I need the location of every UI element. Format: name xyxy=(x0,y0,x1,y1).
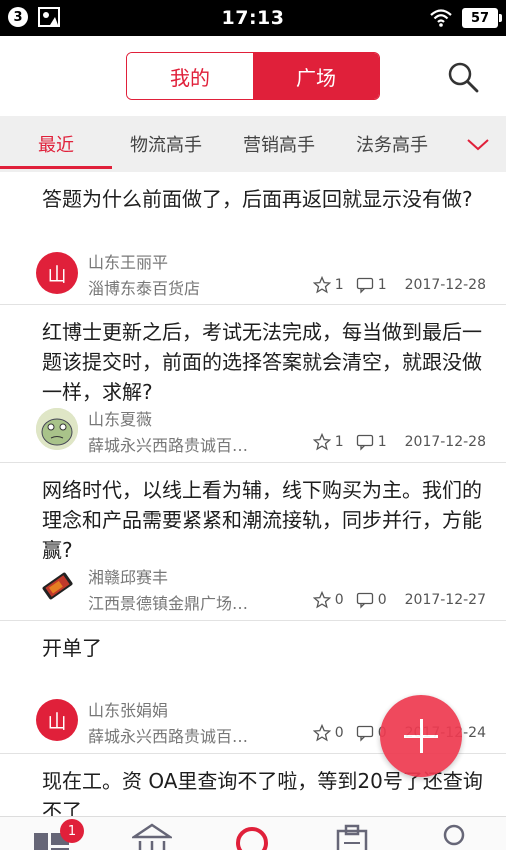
author-store: 薛城永兴西路贵诚百… xyxy=(88,727,249,746)
segment-square[interactable]: 广场 xyxy=(253,53,379,99)
comment-count: 0 xyxy=(377,592,387,608)
like-count: 0 xyxy=(334,725,344,741)
question-title[interactable]: 开单了 xyxy=(42,633,492,663)
segment-mine[interactable]: 我的 xyxy=(127,53,253,99)
bank-icon[interactable] xyxy=(132,823,172,850)
list-item[interactable]: 答题为什么前面做了，后面再返回就显示没有做? 山 山东王丽平 淄博东泰百货店 1… xyxy=(0,172,506,305)
comment-icon[interactable] xyxy=(356,433,374,451)
item-meta: 0 0 2017-12-27 xyxy=(312,591,486,609)
author-store: 淄博东泰百货店 xyxy=(88,279,201,298)
like-count: 1 xyxy=(334,277,344,293)
clipboard-icon[interactable] xyxy=(332,823,372,850)
chevron-down-icon[interactable] xyxy=(466,134,490,154)
question-icon[interactable] xyxy=(232,823,272,850)
star-icon[interactable] xyxy=(312,591,331,609)
question-title[interactable]: 红博士更新之后，考试无法完成，每当做到最后一题该提交时，前面的选择答案就会清空，… xyxy=(42,317,492,407)
wifi-icon xyxy=(430,9,452,27)
item-meta: 1 1 2017-12-28 xyxy=(312,276,486,294)
post-date: 2017-12-28 xyxy=(404,277,486,293)
avatar[interactable]: 山 xyxy=(36,699,78,741)
avatar-image xyxy=(36,566,78,608)
avatar-image xyxy=(36,408,78,450)
tab-recent[interactable]: 最近 xyxy=(38,116,74,172)
avatar[interactable]: 山 xyxy=(36,252,78,294)
segment-control: 我的 广场 xyxy=(126,52,380,100)
comment-icon[interactable] xyxy=(356,724,374,742)
category-tabs: 最近 物流高手 营销高手 法务高手 xyxy=(0,116,506,172)
active-tab-indicator xyxy=(0,166,112,169)
plus-icon[interactable] xyxy=(380,695,462,777)
author-name: 湘赣邱赛丰 xyxy=(88,568,169,587)
comment-count: 1 xyxy=(377,277,387,293)
list-item[interactable]: 红博士更新之后，考试无法完成，每当做到最后一题该提交时，前面的选择答案就会清空，… xyxy=(0,305,506,463)
like-count: 1 xyxy=(334,434,344,450)
star-icon[interactable] xyxy=(312,276,331,294)
avatar[interactable] xyxy=(36,566,78,608)
tab-legal-expert[interactable]: 法务高手 xyxy=(356,116,428,172)
comment-icon[interactable] xyxy=(356,591,374,609)
avatar[interactable] xyxy=(36,408,78,450)
author-name: 山东王丽平 xyxy=(88,253,169,272)
star-icon[interactable] xyxy=(312,433,331,451)
question-title[interactable]: 网络时代，以线上看为辅，线下购买为主。我们的理念和产品需要紧紧和潮流接轨，同步并… xyxy=(42,475,492,565)
item-meta: 1 1 2017-12-28 xyxy=(312,433,486,451)
battery-level: 57 xyxy=(462,8,502,28)
tab-marketing-expert[interactable]: 营销高手 xyxy=(243,116,315,172)
post-date: 2017-12-27 xyxy=(404,592,486,608)
comment-icon[interactable] xyxy=(356,276,374,294)
search-icon[interactable] xyxy=(446,60,480,94)
nav-notification-badge: 1 xyxy=(60,819,84,843)
author-name: 山东张娟娟 xyxy=(88,701,169,720)
user-icon[interactable] xyxy=(434,823,474,850)
question-title[interactable]: 答题为什么前面做了，后面再返回就显示没有做? xyxy=(42,184,492,214)
author-name: 山东夏薇 xyxy=(88,410,153,429)
like-count: 0 xyxy=(334,592,344,608)
tab-logistics-expert[interactable]: 物流高手 xyxy=(130,116,202,172)
post-date: 2017-12-28 xyxy=(404,434,486,450)
list-item[interactable]: 网络时代，以线上看为辅，线下购买为主。我们的理念和产品需要紧紧和潮流接轨，同步并… xyxy=(0,463,506,621)
comment-count: 1 xyxy=(377,434,387,450)
status-bar: 3 17:13 57 xyxy=(0,0,506,36)
author-store: 江西景德镇金鼎广场… xyxy=(88,594,249,613)
author-store: 薛城永兴西路贵诚百… xyxy=(88,436,249,455)
star-icon[interactable] xyxy=(312,724,331,742)
header: 我的 广场 xyxy=(0,36,506,116)
